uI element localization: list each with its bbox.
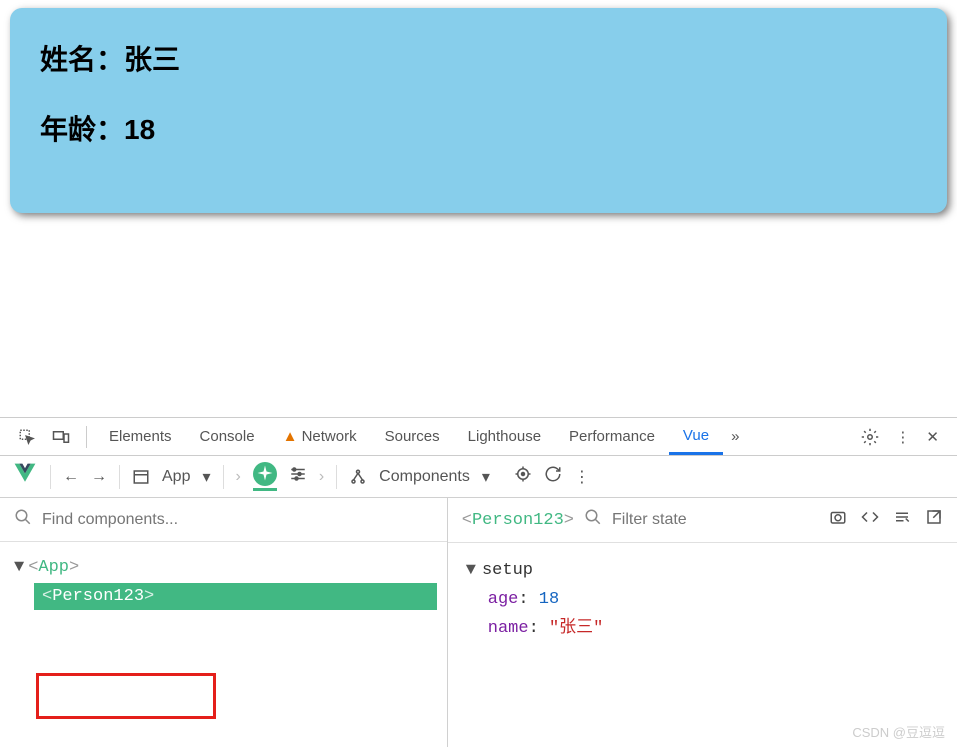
camera-icon[interactable]: [829, 508, 847, 532]
search-input[interactable]: [42, 511, 433, 529]
watermark: CSDN @豆逗逗: [852, 722, 945, 741]
code-icon[interactable]: [861, 508, 879, 532]
filter-input[interactable]: [612, 511, 819, 529]
state-prop-name[interactable]: name: "张三": [466, 615, 939, 644]
tab-console[interactable]: Console: [186, 420, 269, 453]
search-icon: [14, 508, 32, 531]
timeline-icon[interactable]: [289, 465, 307, 488]
target-icon[interactable]: [514, 465, 532, 488]
vue-logo-icon: [12, 461, 38, 492]
settings-icon[interactable]: [853, 424, 887, 450]
tree-item-person123[interactable]: <Person123>: [34, 583, 437, 610]
name-row: 姓名：张三: [40, 38, 917, 78]
person-card: 姓名：张三 年龄：18: [10, 8, 947, 213]
search-icon: [584, 508, 602, 532]
warning-icon: ▲: [283, 428, 302, 445]
refresh-icon[interactable]: [544, 465, 562, 488]
tab-network[interactable]: ▲ Network: [269, 420, 371, 453]
popout-icon[interactable]: [925, 508, 943, 532]
app-selector[interactable]: App ▾: [132, 467, 211, 487]
state-section[interactable]: ▼setup: [466, 557, 939, 586]
tree-root-app[interactable]: ▼<App>: [10, 556, 437, 579]
chevron-down-icon: ▾: [202, 467, 210, 487]
state-prop-age[interactable]: age: 18: [466, 586, 939, 615]
devtools-panel: Elements Console ▲ Network Sources Light…: [0, 417, 957, 747]
state-inspector-panel: <Person123> ▼setup age: 18 name: "张三": [448, 498, 957, 747]
selected-component: <Person123>: [462, 511, 574, 530]
tab-sources[interactable]: Sources: [371, 420, 454, 453]
tab-performance[interactable]: Performance: [555, 420, 669, 453]
components-tree-panel: ▼<App> <Person123>: [0, 498, 448, 747]
nav-back-icon[interactable]: ←: [63, 468, 79, 486]
nav-forward-icon[interactable]: →: [91, 468, 107, 486]
vue-toolbar: ← → App ▾ › › Components ▾: [0, 456, 957, 498]
devtools-tabs: Elements Console ▲ Network Sources Light…: [0, 418, 957, 456]
highlight-box: [36, 673, 216, 719]
kebab-icon[interactable]: ⋮: [887, 424, 918, 450]
compass-icon[interactable]: [253, 462, 277, 491]
tab-elements[interactable]: Elements: [95, 420, 186, 453]
tab-vue[interactable]: Vue: [669, 419, 723, 455]
components-selector[interactable]: Components ▾: [349, 467, 490, 487]
chevron-down-icon: ▾: [482, 467, 490, 487]
more-tabs-icon[interactable]: »: [723, 424, 747, 449]
age-row: 年龄：18: [40, 108, 917, 148]
close-icon[interactable]: ✕: [918, 424, 947, 450]
tab-lighthouse[interactable]: Lighthouse: [454, 420, 555, 453]
device-icon[interactable]: [44, 424, 78, 450]
more-icon[interactable]: ⋮: [574, 467, 590, 487]
inspect-dom-icon[interactable]: [893, 508, 911, 532]
inspect-icon[interactable]: [10, 424, 44, 450]
